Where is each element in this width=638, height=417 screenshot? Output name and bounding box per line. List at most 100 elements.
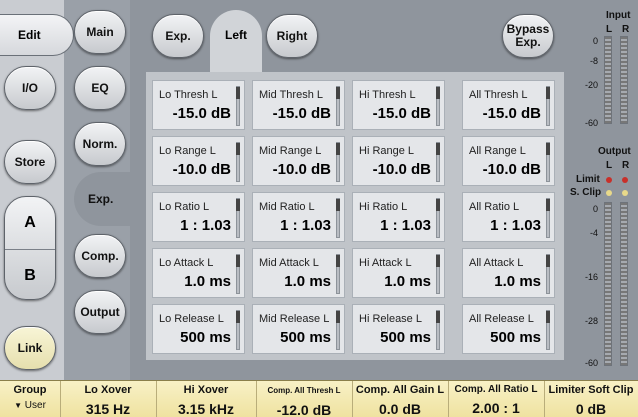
parameter-slider[interactable] bbox=[236, 86, 240, 126]
parameter-cell[interactable]: Hi Release L 500 ms bbox=[352, 304, 445, 354]
slider-handle[interactable] bbox=[236, 199, 240, 211]
parameter-cell[interactable]: Hi Thresh L -15.0 dB bbox=[352, 80, 445, 130]
slider-handle[interactable] bbox=[436, 199, 440, 211]
store-button[interactable]: Store bbox=[4, 140, 56, 184]
slider-handle[interactable] bbox=[336, 199, 340, 211]
parameter-cell[interactable]: Hi Range L -10.0 dB bbox=[352, 136, 445, 186]
edit-tab-label: Edit bbox=[18, 28, 41, 42]
parameter-cell[interactable]: Lo Release L 500 ms bbox=[152, 304, 245, 354]
slider-handle[interactable] bbox=[236, 87, 240, 99]
parameter-slider[interactable] bbox=[236, 198, 240, 238]
parameter-cell[interactable]: Mid Thresh L -15.0 dB bbox=[252, 80, 345, 130]
parameter-value: 500 ms bbox=[490, 329, 541, 346]
input-meter-l bbox=[604, 36, 612, 124]
parameter-cell[interactable]: Mid Release L 500 ms bbox=[252, 304, 345, 354]
slider-handle[interactable] bbox=[336, 311, 340, 323]
group-selector[interactable]: Group ▼ User bbox=[0, 381, 60, 417]
slider-handle[interactable] bbox=[546, 199, 550, 211]
comp-all-gain-field[interactable]: Comp. All Gain L 0.0 dB bbox=[352, 381, 448, 417]
channel-left-label: Left bbox=[225, 28, 247, 42]
parameter-slider[interactable] bbox=[436, 198, 440, 238]
slider-handle[interactable] bbox=[236, 311, 240, 323]
tab-exp[interactable]: Exp. bbox=[74, 172, 134, 226]
parameter-slider[interactable] bbox=[236, 310, 240, 350]
parameter-cell[interactable]: Mid Ratio L 1 : 1.03 bbox=[252, 192, 345, 242]
parameter-slider[interactable] bbox=[436, 310, 440, 350]
slider-handle[interactable] bbox=[236, 255, 240, 267]
slider-handle[interactable] bbox=[546, 311, 550, 323]
parameter-label: Mid Range L bbox=[259, 145, 322, 157]
slider-handle[interactable] bbox=[336, 143, 340, 155]
slider-handle[interactable] bbox=[236, 143, 240, 155]
slider-handle[interactable] bbox=[436, 311, 440, 323]
parameter-value: -10.0 dB bbox=[372, 161, 431, 178]
parameter-slider[interactable] bbox=[546, 310, 550, 350]
slider-handle[interactable] bbox=[436, 255, 440, 267]
slider-handle[interactable] bbox=[436, 143, 440, 155]
bypass-label-2: Exp. bbox=[515, 35, 541, 49]
channel-left-tab[interactable]: Left bbox=[210, 10, 262, 72]
parameter-slider[interactable] bbox=[546, 254, 550, 294]
hi-xover-field[interactable]: Hi Xover 3.15 kHz bbox=[156, 381, 256, 417]
tab-output[interactable]: Output bbox=[74, 290, 126, 334]
group-title: Group bbox=[13, 384, 47, 396]
parameter-cell[interactable]: Lo Attack L 1.0 ms bbox=[152, 248, 245, 298]
lo-xover-field[interactable]: Lo Xover 315 Hz bbox=[60, 381, 156, 417]
bypass-exp-button[interactable]: Bypass Exp. bbox=[502, 14, 554, 58]
comp-all-ratio-field[interactable]: Comp. All Ratio L 2.00 : 1 bbox=[448, 381, 544, 417]
link-button[interactable]: Link bbox=[4, 326, 56, 370]
channel-right-button[interactable]: Right bbox=[266, 14, 318, 58]
parameter-value: 1.0 ms bbox=[494, 273, 541, 290]
slider-handle[interactable] bbox=[336, 255, 340, 267]
parameter-slider[interactable] bbox=[436, 254, 440, 294]
tab-comp[interactable]: Comp. bbox=[74, 234, 126, 278]
parameter-slider[interactable] bbox=[336, 254, 340, 294]
comp-all-thresh-field[interactable]: Comp. All Thresh L -12.0 dB bbox=[256, 381, 352, 417]
a-button[interactable]: A bbox=[5, 197, 55, 249]
parameter-cell[interactable]: Lo Thresh L -15.0 dB bbox=[152, 80, 245, 130]
parameter-cell[interactable]: Lo Ratio L 1 : 1.03 bbox=[152, 192, 245, 242]
parameter-slider[interactable] bbox=[336, 310, 340, 350]
parameter-slider[interactable] bbox=[546, 198, 550, 238]
parameter-value: 1.0 ms bbox=[184, 273, 231, 290]
exp-button[interactable]: Exp. bbox=[152, 14, 204, 58]
parameter-cell[interactable]: All Range L -10.0 dB bbox=[462, 136, 555, 186]
parameter-slider[interactable] bbox=[546, 142, 550, 182]
parameter-cell[interactable]: Mid Range L -10.0 dB bbox=[252, 136, 345, 186]
b-button[interactable]: B bbox=[5, 249, 55, 299]
ab-toggle: A B bbox=[4, 196, 56, 300]
parameter-slider[interactable] bbox=[546, 86, 550, 126]
parameter-slider[interactable] bbox=[236, 142, 240, 182]
parameter-cell[interactable]: Mid Attack L 1.0 ms bbox=[252, 248, 345, 298]
slider-handle[interactable] bbox=[336, 87, 340, 99]
parameter-value: -15.0 dB bbox=[372, 105, 431, 122]
output-scale-28: -28 bbox=[584, 316, 598, 326]
limiter-soft-clip-field[interactable]: Limiter Soft Clip 0 dB bbox=[544, 381, 638, 417]
tab-norm[interactable]: Norm. bbox=[74, 122, 126, 166]
parameter-cell[interactable]: All Release L 500 ms bbox=[462, 304, 555, 354]
parameter-slider[interactable] bbox=[336, 142, 340, 182]
slider-handle[interactable] bbox=[546, 87, 550, 99]
parameter-slider[interactable] bbox=[336, 198, 340, 238]
parameter-cell[interactable]: All Attack L 1.0 ms bbox=[462, 248, 555, 298]
parameter-cell[interactable]: Hi Attack L 1.0 ms bbox=[352, 248, 445, 298]
parameter-cell[interactable]: All Thresh L -15.0 dB bbox=[462, 80, 555, 130]
slider-handle[interactable] bbox=[546, 143, 550, 155]
slider-handle[interactable] bbox=[436, 87, 440, 99]
slider-handle[interactable] bbox=[546, 255, 550, 267]
parameter-slider[interactable] bbox=[336, 86, 340, 126]
limiter-soft-clip-title: Limiter Soft Clip bbox=[548, 384, 634, 396]
tab-eq[interactable]: EQ bbox=[74, 66, 126, 110]
tab-main[interactable]: Main bbox=[74, 10, 126, 54]
parameter-value: -10.0 dB bbox=[272, 161, 331, 178]
edit-tab[interactable]: Edit bbox=[0, 14, 74, 56]
io-button[interactable]: I/O bbox=[4, 66, 56, 110]
parameter-cell[interactable]: All Ratio L 1 : 1.03 bbox=[462, 192, 555, 242]
b-label: B bbox=[24, 266, 36, 284]
parameter-cell[interactable]: Hi Ratio L 1 : 1.03 bbox=[352, 192, 445, 242]
parameter-cell[interactable]: Lo Range L -10.0 dB bbox=[152, 136, 245, 186]
parameter-slider[interactable] bbox=[436, 86, 440, 126]
comp-all-gain-title: Comp. All Gain L bbox=[355, 384, 445, 396]
parameter-slider[interactable] bbox=[436, 142, 440, 182]
parameter-slider[interactable] bbox=[236, 254, 240, 294]
